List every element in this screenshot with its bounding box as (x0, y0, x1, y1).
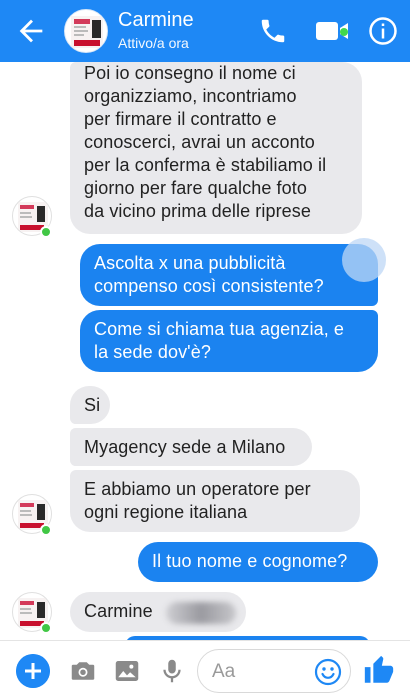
phone-icon[interactable] (258, 16, 288, 46)
chat-header: Carmine Attivo/a ora (0, 0, 410, 62)
redacted-surname (166, 602, 236, 624)
message-bubble-incoming[interactable]: E abbiamo un operatore per ogni regione … (70, 470, 360, 532)
thumbs-up-icon[interactable] (362, 653, 396, 687)
message-bubble-outgoing[interactable]: Come si chiama tua agenzia, e la sede do… (80, 310, 378, 372)
message-input[interactable] (212, 660, 312, 684)
seen-receipt-avatar (342, 238, 386, 282)
composer-bar (0, 640, 410, 700)
contact-name[interactable]: Carmine (118, 9, 194, 32)
info-icon[interactable] (368, 16, 398, 46)
message-bubble-outgoing[interactable]: Ascolta x una pubblicità compenso così c… (80, 244, 378, 306)
emoji-icon[interactable] (314, 658, 342, 686)
message-list[interactable]: Poi io consegno il nome ci organizziamo,… (0, 62, 410, 640)
message-bubble-incoming[interactable]: Si (70, 386, 110, 424)
video-active-indicator (340, 28, 348, 36)
online-indicator (40, 226, 52, 238)
contact-avatar[interactable] (64, 9, 108, 53)
plus-icon[interactable] (16, 654, 50, 688)
contact-status: Attivo/a ora (118, 35, 189, 51)
online-indicator (40, 622, 52, 634)
message-input-container[interactable] (197, 649, 351, 693)
microphone-icon[interactable] (157, 656, 187, 686)
message-bubble-outgoing[interactable]: Il tuo nome e cognome? (138, 542, 378, 582)
back-arrow-icon[interactable] (14, 14, 48, 48)
message-bubble-incoming[interactable]: Myagency sede a Milano (70, 428, 312, 466)
image-icon[interactable] (112, 656, 142, 686)
camera-icon[interactable] (68, 656, 98, 686)
message-bubble-incoming[interactable]: Poi io consegno il nome ci organizziamo,… (70, 62, 362, 234)
online-indicator (40, 524, 52, 536)
